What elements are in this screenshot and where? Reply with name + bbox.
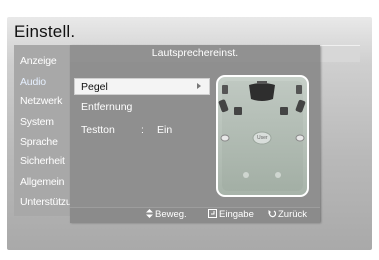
sidebar-item-unterstuetzung[interactable]: Unterstützu (20, 196, 72, 208)
return-icon (268, 210, 277, 218)
sidebar-item-netzwerk[interactable]: Netzwerk (20, 95, 62, 107)
surround-right-speaker-icon (295, 134, 305, 142)
enter-hint-label: Eingabe (219, 209, 254, 220)
move-hint-label: Beweg. (155, 209, 187, 220)
move-hint: Beweg. (146, 209, 187, 220)
sidebar-item-sprache[interactable]: Sprache (20, 136, 58, 148)
back-speaker-icon (243, 172, 281, 178)
front-right-speaker-icon (295, 85, 306, 113)
window-title: Einstell. (14, 22, 76, 41)
sidebar-item-anzeige[interactable]: Anzeige (20, 55, 57, 67)
sidebar-item-sicherheit[interactable]: Sicherheit (20, 155, 65, 167)
enter-hint: Eingabe (208, 209, 254, 220)
back-hint: Zurück (268, 209, 307, 220)
center-speaker-icon (249, 81, 275, 101)
chevron-right-icon (197, 83, 201, 89)
menu-item-separator: : (141, 124, 144, 136)
up-down-arrow-icon (146, 209, 153, 218)
menu-item-entfernung[interactable]: Entfernung (81, 101, 132, 113)
listener-label: User (257, 135, 268, 141)
surround-left-speaker-icon (220, 134, 230, 142)
enter-icon (208, 209, 217, 218)
footer-hint-bar: Beweg. Eingabe Zurück (70, 207, 320, 223)
sidebar: Anzeige Audio Netzwerk System Sprache Si… (14, 45, 72, 216)
menu-item-label: Testton (81, 124, 115, 136)
speaker-layout-diagram: User (216, 75, 309, 197)
menu-item-label: Pegel (81, 81, 108, 93)
dialog-title: Lautsprechereinst. (70, 45, 320, 62)
speaker-settings-dialog: Lautsprechereinst. Pegel Entfernung Test… (70, 45, 320, 222)
back-hint-label: Zurück (278, 209, 308, 220)
sidebar-item-audio[interactable]: Audio (20, 76, 46, 88)
menu-item-value: Ein (157, 124, 173, 136)
subwoofer-icon (234, 107, 288, 115)
menu-item-pegel[interactable]: Pegel (74, 78, 210, 95)
sidebar-item-allgemein[interactable]: Allgemein (20, 176, 65, 188)
front-left-speaker-icon (218, 85, 229, 113)
sidebar-item-system[interactable]: System (20, 116, 54, 128)
